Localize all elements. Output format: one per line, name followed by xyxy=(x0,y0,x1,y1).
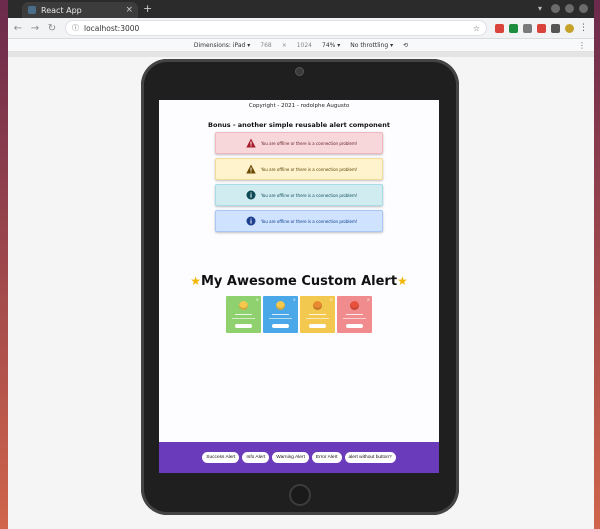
tab-search-chevron-icon[interactable]: ▾ xyxy=(538,4,542,13)
success-alert-button[interactable]: Success Alert xyxy=(202,452,240,463)
minimize-button[interactable] xyxy=(551,4,560,13)
heading-text: My Awesome Custom Alert xyxy=(200,274,398,289)
close-icon: × xyxy=(329,297,333,302)
browser-toolbar: ← → ↻ ⓘ localhost:3000 ☆ ⋮ xyxy=(8,18,594,39)
rotate-icon[interactable]: ⟲ xyxy=(403,42,408,49)
preview-text-line xyxy=(269,318,292,319)
page-heading: ★My Awesome Custom Alert★ xyxy=(159,274,439,289)
throttling-select[interactable]: No throttling ▾ xyxy=(350,42,393,49)
tab-title: React App xyxy=(41,5,82,15)
reload-icon[interactable]: ↻ xyxy=(45,23,59,34)
new-tab-button[interactable]: + xyxy=(143,2,152,15)
preview-text-line xyxy=(235,314,252,315)
window-controls: ▾ xyxy=(538,4,588,13)
zoom-select[interactable]: 74% ▾ xyxy=(322,42,340,49)
emoji-icon xyxy=(276,301,285,310)
preview-button xyxy=(309,324,326,328)
bookmark-star-icon[interactable]: ☆ xyxy=(473,24,480,33)
error-alert-button[interactable]: Error Alert xyxy=(311,452,342,463)
preview-text-line xyxy=(306,318,329,319)
close-icon: × xyxy=(366,297,370,302)
close-icon: × xyxy=(255,297,259,302)
width-field[interactable]: 768 xyxy=(260,42,271,49)
star-icon: ★ xyxy=(397,274,408,288)
copyright-text: Copyright - 2021 - rodolphe Augusto xyxy=(248,103,350,109)
back-arrow-icon[interactable]: ← xyxy=(11,23,25,34)
extension-icon[interactable] xyxy=(537,23,546,33)
url-text: localhost:3000 xyxy=(84,23,140,33)
info-icon xyxy=(246,216,256,226)
close-icon: × xyxy=(292,297,296,302)
star-icon: ★ xyxy=(190,274,201,288)
success-alert-preview: × xyxy=(226,296,261,333)
preview-button xyxy=(346,324,363,328)
alert-primary: You are offline or there is a connection… xyxy=(215,210,383,232)
extension-icon[interactable] xyxy=(509,23,518,33)
preview-text-line xyxy=(272,314,289,315)
alert-button-bar: Success Alert Info Alert Warning Alert E… xyxy=(159,442,439,473)
alert-text: You are offline or there is a connection… xyxy=(261,140,358,146)
height-field[interactable]: 1024 xyxy=(297,42,312,49)
alert-error: You are offline or there is a connection… xyxy=(215,132,383,154)
emoji-icon xyxy=(239,301,248,310)
maximize-button[interactable] xyxy=(565,4,574,13)
camera-icon xyxy=(295,67,304,76)
profile-avatar[interactable] xyxy=(565,23,574,33)
site-info-icon[interactable]: ⓘ xyxy=(72,23,79,33)
extensions-bar: ⋮ xyxy=(495,23,588,33)
custom-alert-previews: × × × × xyxy=(159,296,439,333)
browser-window: React App × + ▾ ← → ↻ ⓘ localhost:3000 ☆… xyxy=(8,0,594,529)
preview-text-line xyxy=(343,318,366,319)
warning-alert-preview: × xyxy=(300,296,335,333)
extension-icon[interactable] xyxy=(495,23,504,33)
title-bar: React App × + ▾ xyxy=(8,0,594,18)
emoji-icon xyxy=(313,301,322,310)
device-toolbar-more-icon[interactable]: ⋮ xyxy=(578,41,586,50)
emulated-viewport: Copyright - 2021 - rodolphe Augusto Bonu… xyxy=(8,57,594,529)
react-favicon-icon xyxy=(28,6,36,14)
times-sign: × xyxy=(281,41,287,49)
warning-icon xyxy=(246,164,256,174)
preview-text-line xyxy=(232,318,255,319)
error-alert-preview: × xyxy=(337,296,372,333)
home-button xyxy=(289,484,311,506)
alert-info: You are offline or there is a connection… xyxy=(215,184,383,206)
extension-icon[interactable] xyxy=(523,23,532,33)
address-bar[interactable]: ⓘ localhost:3000 ☆ xyxy=(65,20,487,36)
device-toolbar: Dimensions: iPad ▾ 768 × 1024 74% ▾ No t… xyxy=(8,39,594,52)
menu-kebab-icon[interactable]: ⋮ xyxy=(579,23,588,33)
emoji-icon xyxy=(350,301,359,310)
alert-text: You are offline or there is a connection… xyxy=(261,166,358,172)
alert-without-button-button[interactable]: alert without button? xyxy=(344,452,396,463)
warning-alert-button[interactable]: Warning Alert xyxy=(272,452,309,463)
preview-button xyxy=(235,324,252,328)
alert-text: You are offline or there is a connection… xyxy=(261,192,358,198)
preview-text-line xyxy=(346,314,363,315)
info-icon xyxy=(246,190,256,200)
forward-arrow-icon[interactable]: → xyxy=(28,23,42,34)
close-window-button[interactable] xyxy=(579,4,588,13)
ipad-frame: Copyright - 2021 - rodolphe Augusto Bonu… xyxy=(141,59,459,515)
alert-warning: You are offline or there is a connection… xyxy=(215,158,383,180)
preview-button xyxy=(272,324,289,328)
preview-text-line xyxy=(309,314,326,315)
info-alert-button[interactable]: Info Alert xyxy=(242,452,270,463)
info-alert-preview: × xyxy=(263,296,298,333)
warning-icon xyxy=(246,138,256,148)
app-screen: Copyright - 2021 - rodolphe Augusto Bonu… xyxy=(159,100,439,473)
dimensions-select[interactable]: Dimensions: iPad ▾ xyxy=(194,42,250,49)
browser-tab[interactable]: React App × xyxy=(22,2,138,18)
tab-close-icon[interactable]: × xyxy=(125,5,133,15)
puzzle-icon[interactable] xyxy=(551,23,560,33)
bonus-title: Bonus - another simple reusable alert co… xyxy=(208,121,390,129)
alert-text: You are offline or there is a connection… xyxy=(261,218,358,224)
